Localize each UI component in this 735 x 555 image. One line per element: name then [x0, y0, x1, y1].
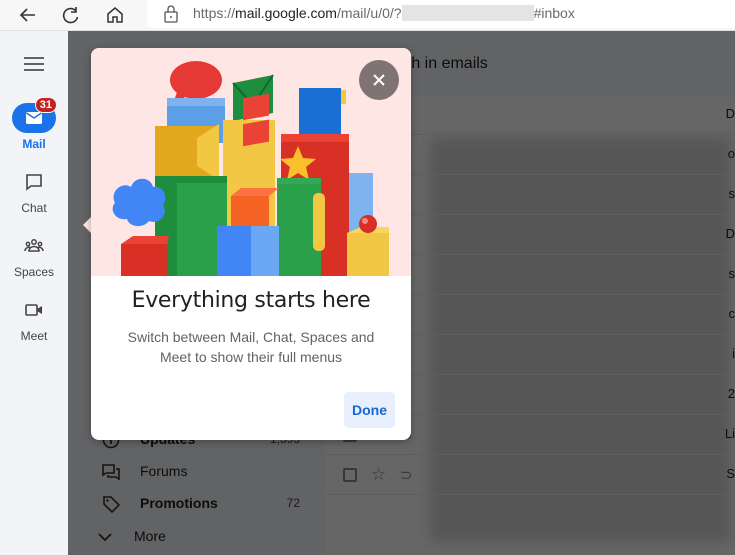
rail-item-meet[interactable]: Meet [0, 295, 68, 343]
spaces-icon [24, 239, 44, 252]
popup-description: Switch between Mail, Chat, Spaces and Me… [127, 329, 375, 365]
rail-label-meet: Meet [20, 329, 48, 343]
url-text[interactable]: https://mail.google.com/mail/u/0/? #inbox [193, 5, 575, 21]
mail-icon-container: 31 [12, 97, 57, 133]
browser-toolbar: https://mail.google.com/mail/u/0/? #inbox [0, 0, 735, 31]
rail-label-chat: Chat [21, 201, 47, 215]
done-button[interactable]: Done [344, 392, 395, 428]
rail-label-mail: Mail [22, 137, 46, 151]
close-button[interactable] [359, 60, 399, 100]
reload-icon [62, 7, 79, 24]
rail-item-mail[interactable]: 31 Mail [0, 97, 68, 151]
home-button[interactable] [102, 2, 128, 28]
rail-label-spaces: Spaces [13, 265, 55, 279]
chat-icon [26, 174, 42, 191]
rail-item-spaces[interactable]: Spaces [0, 231, 68, 279]
home-icon [107, 7, 123, 23]
popup-title: Everything starts here [131, 288, 371, 313]
meet-icon-container [12, 295, 56, 325]
rail-item-chat[interactable]: Chat [0, 167, 68, 215]
unread-badge: 31 [34, 97, 57, 113]
chat-icon-container [12, 167, 56, 197]
reload-button[interactable] [58, 2, 84, 28]
redacted-url-part [401, 5, 534, 21]
app-rail: 31 Mail Chat Spaces Meet [0, 31, 68, 555]
lock-icon[interactable] [163, 5, 179, 23]
onboarding-popup: Everything starts here Switch between Ma… [91, 48, 411, 440]
back-button[interactable] [15, 2, 41, 28]
address-bar[interactable]: https://mail.google.com/mail/u/0/? #inbox [147, 0, 735, 28]
arrow-left-icon [19, 8, 35, 22]
meet-icon [25, 304, 42, 316]
main-menu-icon[interactable] [22, 55, 46, 73]
spaces-icon-container [12, 231, 56, 261]
close-icon [373, 74, 385, 86]
